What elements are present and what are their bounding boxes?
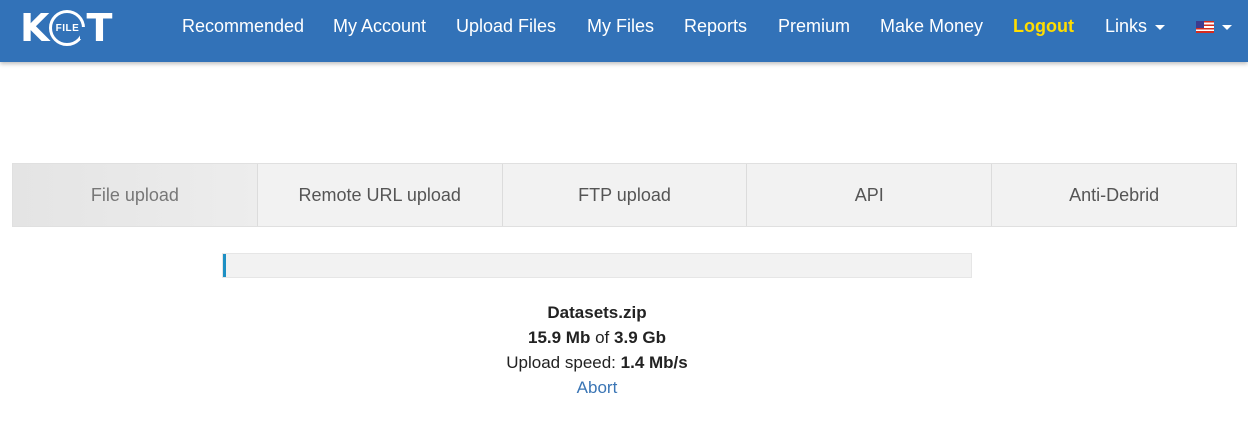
upload-speed-line: Upload speed: 1.4 Mb/s xyxy=(222,350,972,375)
logo-letter-k: K xyxy=(20,6,49,50)
total-size: 3.9 Gb xyxy=(614,328,666,347)
nav-links-label: Links xyxy=(1105,16,1148,36)
upload-speed-label: Upload speed: xyxy=(506,353,616,372)
upload-progress-fill xyxy=(223,254,226,277)
abort-link[interactable]: Abort xyxy=(577,378,618,397)
size-of-text: of xyxy=(595,328,610,347)
chevron-down-icon xyxy=(1155,24,1166,30)
nav-recommended[interactable]: Recommended xyxy=(182,0,304,52)
upload-file-name: Datasets.zip xyxy=(547,303,647,322)
uploaded-size: 15.9 Mb xyxy=(528,328,591,347)
nav-premium[interactable]: Premium xyxy=(778,0,850,52)
tab-remote-url-upload[interactable]: Remote URL upload xyxy=(258,164,503,226)
nav-logout[interactable]: Logout xyxy=(1013,0,1074,52)
nav-my-files[interactable]: My Files xyxy=(587,0,654,52)
language-dropdown[interactable] xyxy=(1196,0,1232,52)
tab-anti-debrid[interactable]: Anti-Debrid xyxy=(992,164,1236,226)
nav-upload-files[interactable]: Upload Files xyxy=(456,0,556,52)
katfile-logo[interactable]: K FILE T xyxy=(20,8,136,48)
upload-size-line: 15.9 Mb of 3.9 Gb xyxy=(222,325,972,350)
logo-ring-text: FILE xyxy=(55,22,80,34)
nav-links-dropdown[interactable]: Links xyxy=(1105,0,1166,52)
upload-speed-value: 1.4 Mb/s xyxy=(620,353,688,372)
logo-ring: FILE xyxy=(49,10,88,46)
top-navbar: K FILE T Recommended My Account Upload F… xyxy=(0,0,1248,62)
nav-make-money[interactable]: Make Money xyxy=(880,0,983,52)
logo-letter-t: T xyxy=(86,6,112,50)
nav-reports[interactable]: Reports xyxy=(684,0,747,52)
upload-progress-bar xyxy=(222,253,972,278)
nav-my-account[interactable]: My Account xyxy=(333,0,426,52)
tab-ftp-upload[interactable]: FTP upload xyxy=(503,164,748,226)
tab-file-upload[interactable]: File upload xyxy=(13,164,258,226)
upload-method-tabs: File upload Remote URL upload FTP upload… xyxy=(12,163,1237,227)
tab-api[interactable]: API xyxy=(747,164,993,226)
chevron-down-icon xyxy=(1222,24,1232,30)
us-flag-icon xyxy=(1196,21,1214,34)
upload-info: Datasets.zip 15.9 Mb of 3.9 Gb Upload sp… xyxy=(222,300,972,400)
